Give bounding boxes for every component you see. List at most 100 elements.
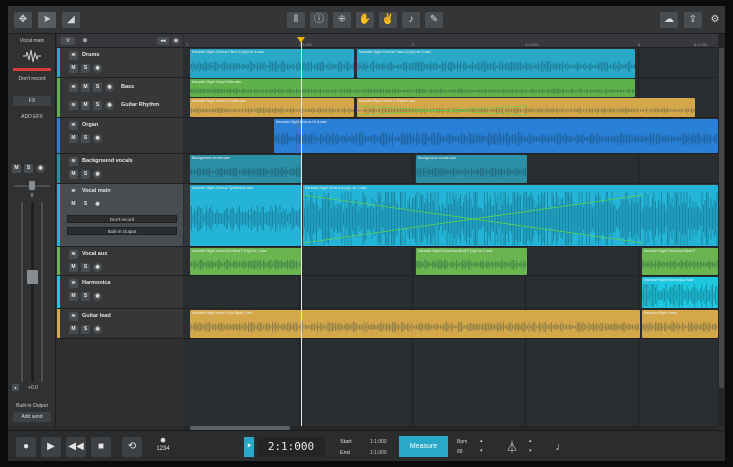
mute-button[interactable]: M [69, 325, 78, 334]
record-arm-icon[interactable]: ◉ [105, 83, 114, 92]
vertical-scroll-thumb[interactable] [719, 48, 724, 388]
bpm-up-icon[interactable]: ▴ [480, 438, 483, 444]
wave-toggle-icon[interactable]: ≋ [69, 101, 78, 110]
track-header[interactable]: ≋ Vocal main M S ◉ Don't record Built-in Outpu… [57, 184, 183, 247]
hand-edit-icon[interactable]: ✌ [379, 12, 397, 28]
audio-clip[interactable]: Karaoke Night Vocal Aux Beat F (vip) ee … [416, 248, 527, 275]
signature-down-icon[interactable]: ▾ [529, 448, 532, 454]
record-arm-icon[interactable]: ◉ [105, 101, 114, 110]
audio-clip[interactable]: Karaoke Night Vocal Wide.wav [190, 79, 635, 97]
collapse-icon[interactable]: ◂◂ [157, 37, 169, 45]
record-arm-icon[interactable]: ◉ [93, 325, 102, 334]
audio-clip[interactable]: Karaoke Night Verse [642, 310, 718, 338]
count-in-button[interactable]: ✸ 1234 [152, 436, 174, 458]
wifi-icon[interactable]: ⌔ [61, 37, 75, 45]
rewind-button[interactable]: ◀◀ [66, 437, 86, 457]
add-track-icon[interactable]: ⊕ [172, 37, 180, 45]
signature-up-icon[interactable]: ▴ [529, 438, 532, 444]
mute-button[interactable]: M [69, 134, 78, 143]
time-display[interactable]: 2:1:000 [257, 437, 325, 457]
play-button[interactable]: ▶ [41, 437, 61, 457]
audio-clip[interactable]: Karaoke Night Chorus Hi-A.wav [274, 119, 718, 153]
solo-button[interactable]: S [81, 263, 90, 272]
track-header[interactable]: ≋ Guitar lead M S ◉ [57, 309, 183, 339]
record-button[interactable]: ● [16, 437, 36, 457]
record-mode-field[interactable]: Don't record [67, 215, 177, 223]
mute-button[interactable]: M [81, 83, 90, 92]
crossfade-curve[interactable] [357, 98, 537, 117]
end-value[interactable]: 1:1:000 [370, 450, 387, 456]
track-header[interactable]: ≋ Harmonica M S ◉ [57, 276, 183, 309]
output-field[interactable]: Built-in Output [67, 227, 177, 235]
move-icon[interactable]: ✥ [14, 12, 32, 28]
mute-button[interactable]: M [12, 164, 21, 173]
sync-indicator[interactable]: ⯈ [244, 437, 254, 457]
upload-icon[interactable]: ⇪ [684, 12, 702, 28]
audio-clip[interactable]: Karaoke Night Chorus Piano A (vip) ee 4.… [357, 49, 635, 78]
pointer-icon[interactable]: ➤ [38, 12, 56, 28]
piano-icon[interactable]: ♪ [402, 12, 420, 28]
solo-button[interactable]: S [81, 292, 90, 301]
info-icon[interactable]: ⓘ [310, 12, 328, 28]
track-header[interactable]: ≋ M S ◉ ≋ M S ◉ Bass Guitar Rhythm [57, 78, 183, 118]
audio-clip[interactable]: Karaoke Night Chorus Piano A (vip) ee 4.… [190, 49, 354, 78]
track-name-secondary[interactable]: Guitar Rhythm [121, 102, 159, 108]
mute-button[interactable]: M [69, 64, 78, 73]
stop-button[interactable]: ■ [91, 437, 111, 457]
pencil-icon[interactable]: ✎ [425, 12, 443, 28]
add-send-button[interactable]: Add send [13, 412, 51, 422]
pan-knob[interactable] [29, 181, 35, 190]
solo-button[interactable]: S [93, 101, 102, 110]
crossfade-curve[interactable] [303, 185, 718, 246]
volume-fader-knob[interactable] [27, 270, 38, 284]
solo-button[interactable]: S [81, 134, 90, 143]
audio-clip[interactable]: Karaoke Night Vocal Aux Beat F [642, 248, 718, 275]
track-header[interactable]: ≋ Vocal aux M S ◉ [57, 247, 183, 276]
arrange-view[interactable]: 1 2:1:000 3 4:1:000 5 6:1:000 Karaoke Night C… [184, 34, 718, 426]
output-label[interactable]: Built-in Output [8, 403, 56, 409]
record-arm-icon[interactable]: ◉ [93, 64, 102, 73]
track-name[interactable]: Bass [121, 84, 134, 90]
track-name[interactable]: Vocal main [82, 188, 111, 194]
mixer-icon[interactable]: ⦀ [287, 12, 305, 28]
metronome-icon[interactable]: ⏃ [502, 437, 522, 457]
track-header[interactable]: ≋ Drums M S ◉ [57, 48, 183, 78]
solo-button[interactable]: S [24, 164, 33, 173]
wave-toggle-icon[interactable]: ≋ [69, 187, 78, 196]
solo-button[interactable]: S [93, 83, 102, 92]
mute-button[interactable]: M [69, 200, 78, 209]
audio-clip[interactable]: Karaoke Night Vocal Aux Beat F (vip) ee … [190, 248, 301, 275]
bpm-down-icon[interactable]: ▾ [480, 448, 483, 454]
audio-clip[interactable]: Karaoke Night Verse Fuzz Beat F Mix [190, 310, 640, 338]
start-value[interactable]: 1:1:000 [370, 439, 387, 445]
mute-button[interactable]: M [69, 292, 78, 301]
audio-clip[interactable]: Karaoke Night Chorus Synthesize.wav [190, 185, 301, 246]
record-arm-icon[interactable]: ◉ [93, 170, 102, 179]
hand-icon[interactable]: ✋ [356, 12, 374, 28]
volume-fader-track[interactable] [31, 202, 34, 382]
record-arm-icon[interactable]: ◉ [93, 292, 102, 301]
solo-button[interactable]: S [81, 170, 90, 179]
audio-clip[interactable]: Karaoke Night Harmonica Solo [642, 277, 718, 308]
wave-toggle-icon[interactable]: ≋ [69, 250, 78, 259]
audio-clip[interactable]: Background-vocals.wav [416, 155, 527, 183]
track-name[interactable]: Harmonica [82, 280, 110, 286]
measure-button[interactable]: Measure [399, 436, 448, 457]
track-name[interactable]: Background vocals [82, 158, 133, 164]
fx-button[interactable]: FX [13, 96, 51, 106]
audio-clip[interactable]: Karaoke Night Verse A Guitar.wav [190, 98, 354, 117]
monitor-icon[interactable]: ◉ [36, 164, 45, 173]
add-fx-button[interactable]: ADD EFX [8, 114, 56, 120]
dont-record-label[interactable]: Don't record [8, 76, 56, 82]
solo-button[interactable]: S [81, 200, 90, 209]
audio-clip[interactable]: Background-vocals.wav [190, 155, 301, 183]
record-arm-icon[interactable]: ◉ [93, 263, 102, 272]
solo-button[interactable]: S [81, 325, 90, 334]
wave-toggle-icon[interactable]: ≋ [69, 83, 78, 92]
wave-toggle-icon[interactable]: ≋ [69, 121, 78, 130]
track-name[interactable]: Vocal aux [82, 251, 107, 257]
wave-toggle-icon[interactable]: ≋ [69, 51, 78, 60]
timeline-ruler[interactable]: 1 2:1:000 3 4:1:000 5 6:1:000 [184, 34, 718, 48]
track-header[interactable]: ≋ Background vocals M S ◉ [57, 154, 183, 184]
mute-button[interactable]: M [69, 170, 78, 179]
